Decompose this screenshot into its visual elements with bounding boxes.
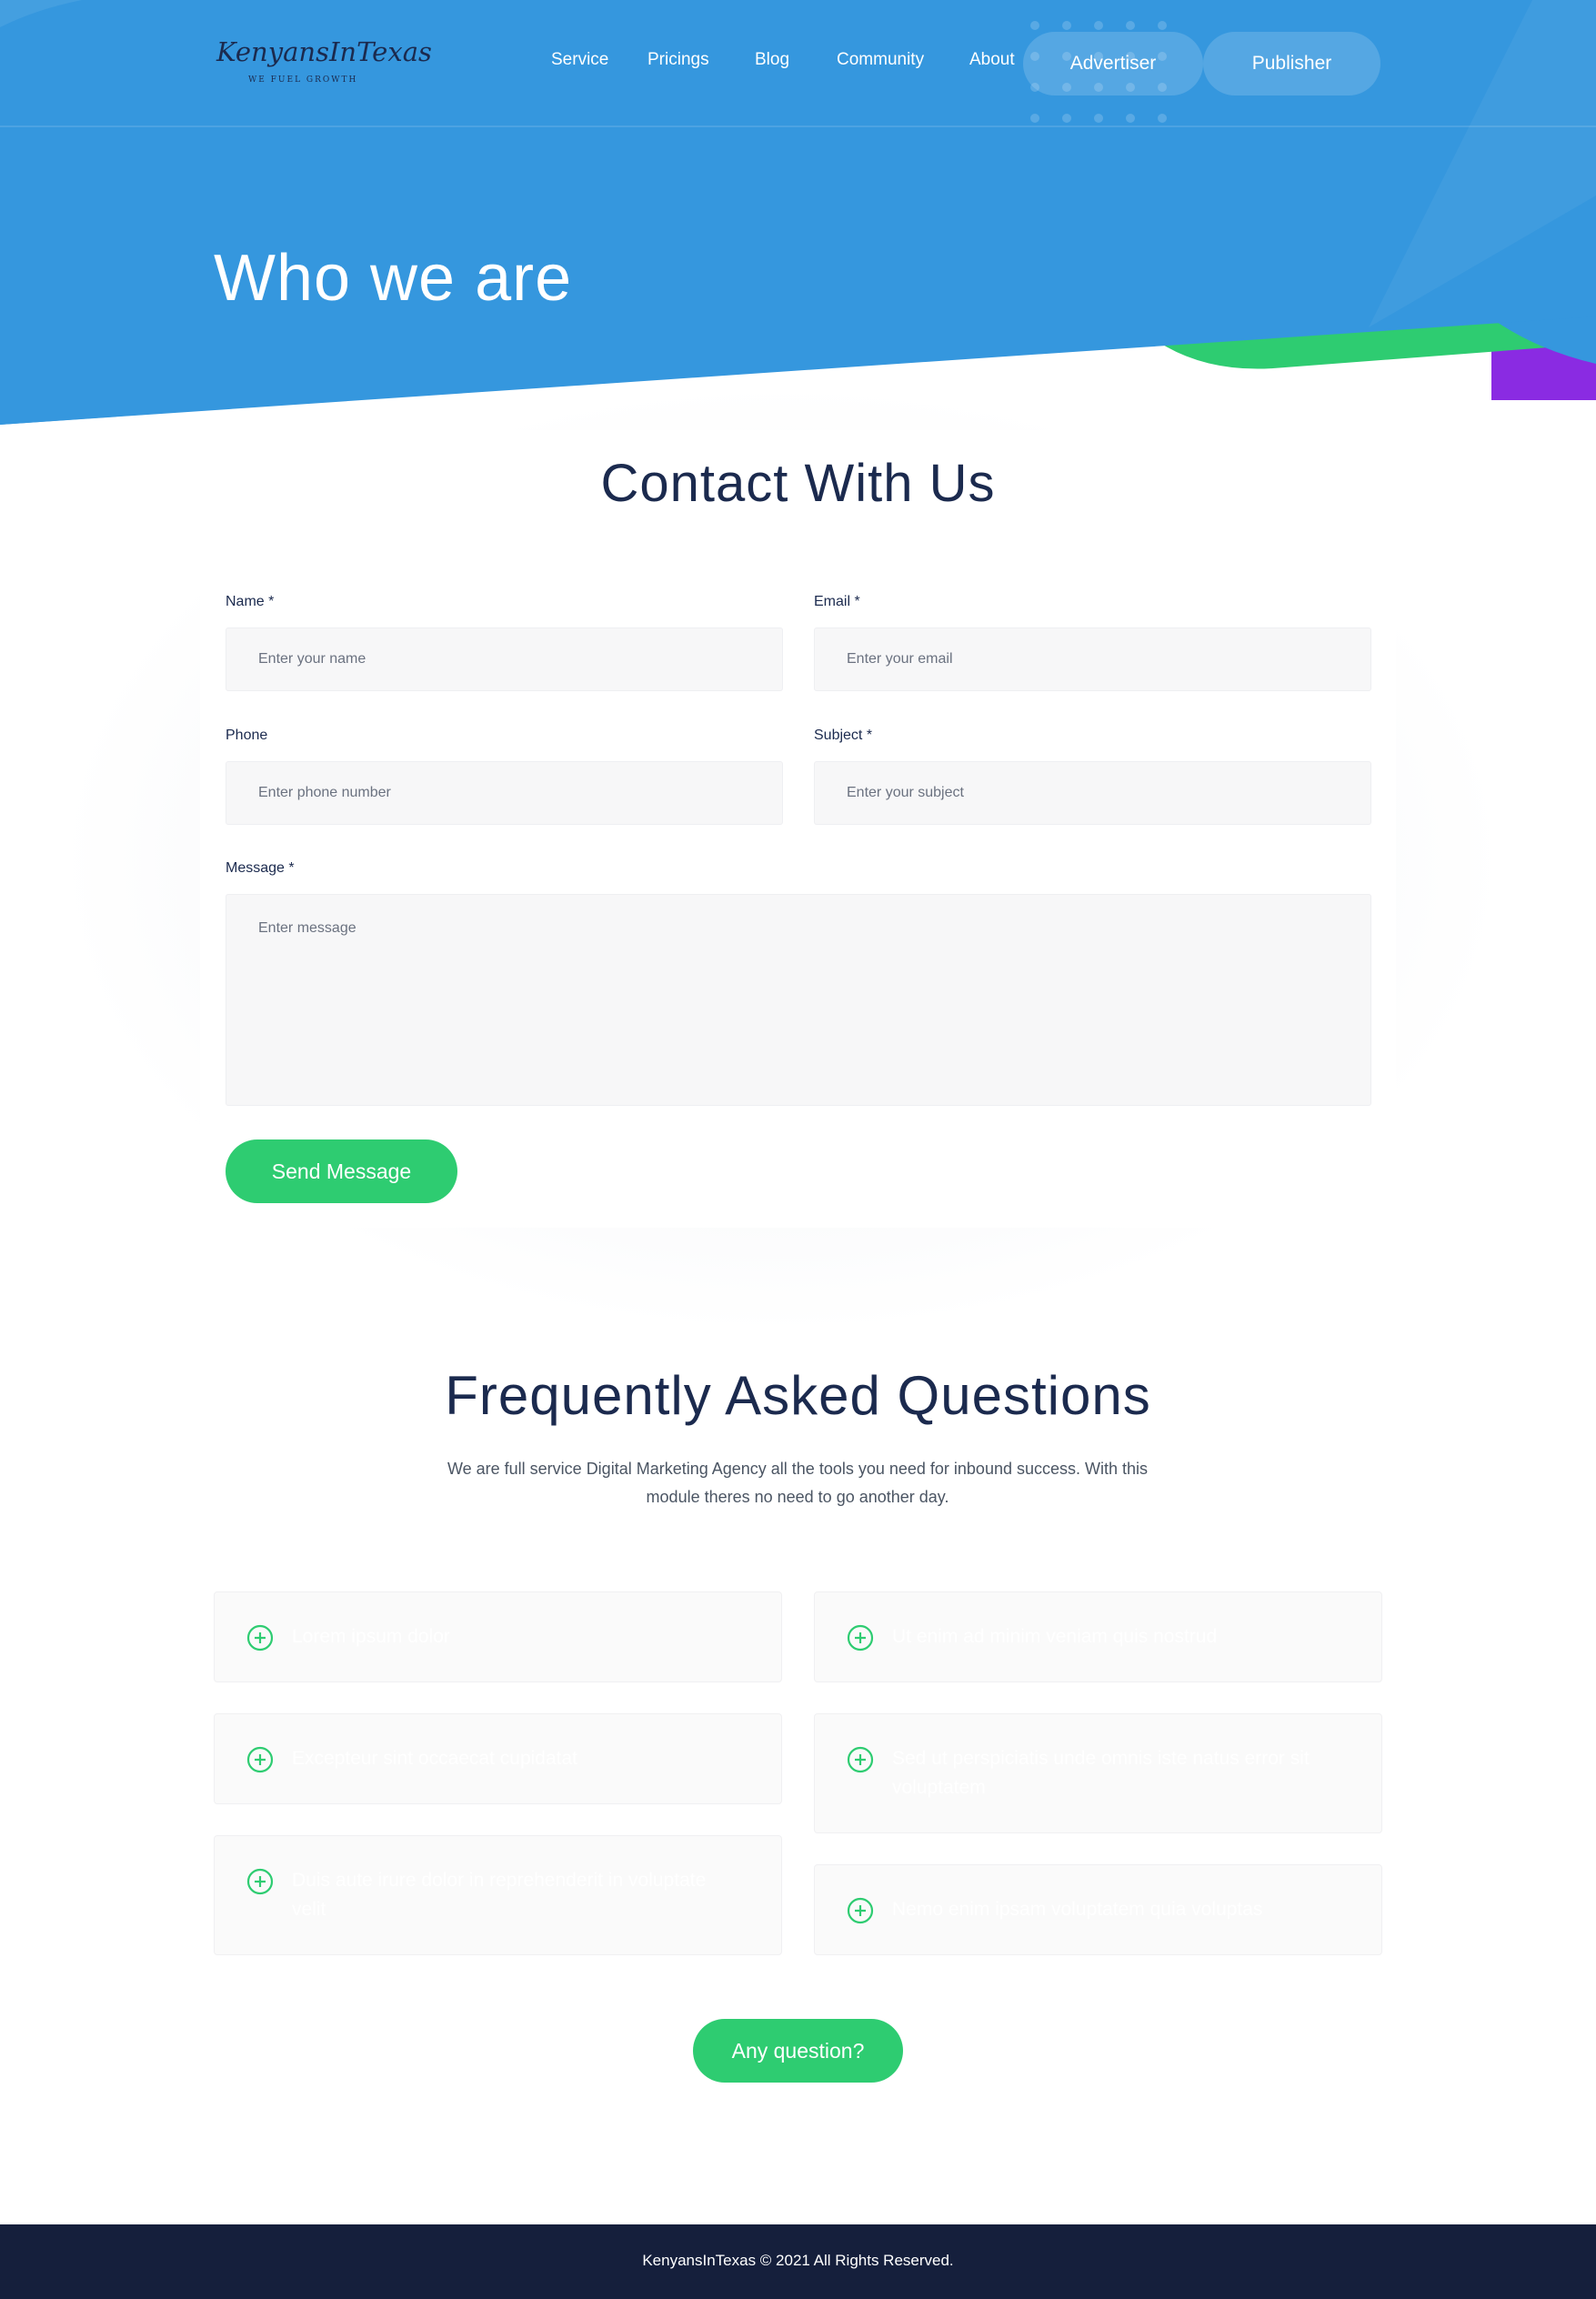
phone-label: Phone xyxy=(226,728,268,743)
faq-question: Lorem ipsum dolor xyxy=(292,1626,450,1647)
logo-script: KenyansInTexas xyxy=(216,36,432,67)
faq-question: Sed ut perspiciatis unde omnis iste natu… xyxy=(892,1748,1310,1798)
name-label: Name * xyxy=(226,594,275,609)
faq-question: Nemo enim ipsam voluptatem quia voluptas xyxy=(892,1899,1263,1920)
email-input[interactable] xyxy=(814,627,1371,691)
copyright-text: KenyansInTexas © 2021 All Rights Reserve… xyxy=(642,2252,954,2269)
email-label: Email * xyxy=(814,594,860,609)
plus-circle-icon xyxy=(246,1868,274,1895)
nav-service[interactable]: Service xyxy=(551,50,608,70)
site-logo[interactable]: KenyansInTexas WE FUEL GROWTH xyxy=(216,36,432,91)
faq-question: Duis aute irure dolor in reprehenderit i… xyxy=(292,1870,707,1920)
nav-blog[interactable]: Blog xyxy=(755,50,789,70)
advertiser-button[interactable]: Advertiser xyxy=(1023,32,1203,95)
faq-item[interactable]: Duis aute irure dolor in reprehenderit i… xyxy=(214,1835,782,1955)
page-title: Who we are xyxy=(214,242,573,315)
message-textarea[interactable] xyxy=(226,894,1371,1106)
subject-label: Subject * xyxy=(814,728,873,743)
nav-pricings[interactable]: Pricings xyxy=(647,50,709,70)
plus-circle-icon xyxy=(246,1746,274,1773)
faq-question: Ut enim ad minim veniam quis nostrud xyxy=(892,1626,1218,1647)
message-label: Message * xyxy=(226,860,295,876)
nav-community[interactable]: Community xyxy=(837,50,924,70)
faq-description: We are full service Digital Marketing Ag… xyxy=(447,1460,1149,1506)
any-question-button[interactable]: Any question? xyxy=(693,2019,903,2083)
faq-item[interactable]: Ut enim ad minim veniam quis nostrud xyxy=(814,1591,1382,1682)
subject-input[interactable] xyxy=(814,761,1371,825)
hero-section: KenyansInTexas WE FUEL GROWTH Service Pr… xyxy=(0,0,1596,427)
site-footer: KenyansInTexas © 2021 All Rights Reserve… xyxy=(0,2224,1596,2299)
plus-circle-icon xyxy=(847,1897,874,1924)
faq-question: Excepteur sint occaecat cupidatat xyxy=(292,1748,578,1769)
faq-item[interactable]: Lorem ipsum dolor xyxy=(214,1591,782,1682)
faq-item[interactable]: Sed ut perspiciatis unde omnis iste natu… xyxy=(814,1713,1382,1833)
nav-about[interactable]: About xyxy=(969,50,1015,70)
contact-title: Contact With Us xyxy=(600,454,996,513)
phone-input[interactable] xyxy=(226,761,783,825)
faq-item[interactable]: Excepteur sint occaecat cupidatat xyxy=(214,1713,782,1804)
plus-circle-icon xyxy=(246,1624,274,1651)
name-input[interactable] xyxy=(226,627,783,691)
logo-tagline: WE FUEL GROWTH xyxy=(248,75,358,85)
contact-form-card: Contact With Us Name * Email * Phone Sub… xyxy=(200,430,1396,1228)
plus-circle-icon xyxy=(847,1624,874,1651)
faq-title: Frequently Asked Questions xyxy=(445,1365,1151,1426)
publisher-button[interactable]: Publisher xyxy=(1203,32,1380,95)
faq-item[interactable]: Nemo enim ipsam voluptatem quia voluptas xyxy=(814,1864,1382,1955)
plus-circle-icon xyxy=(847,1746,874,1773)
send-message-button[interactable]: Send Message xyxy=(226,1139,457,1203)
header-divider xyxy=(0,125,1596,127)
